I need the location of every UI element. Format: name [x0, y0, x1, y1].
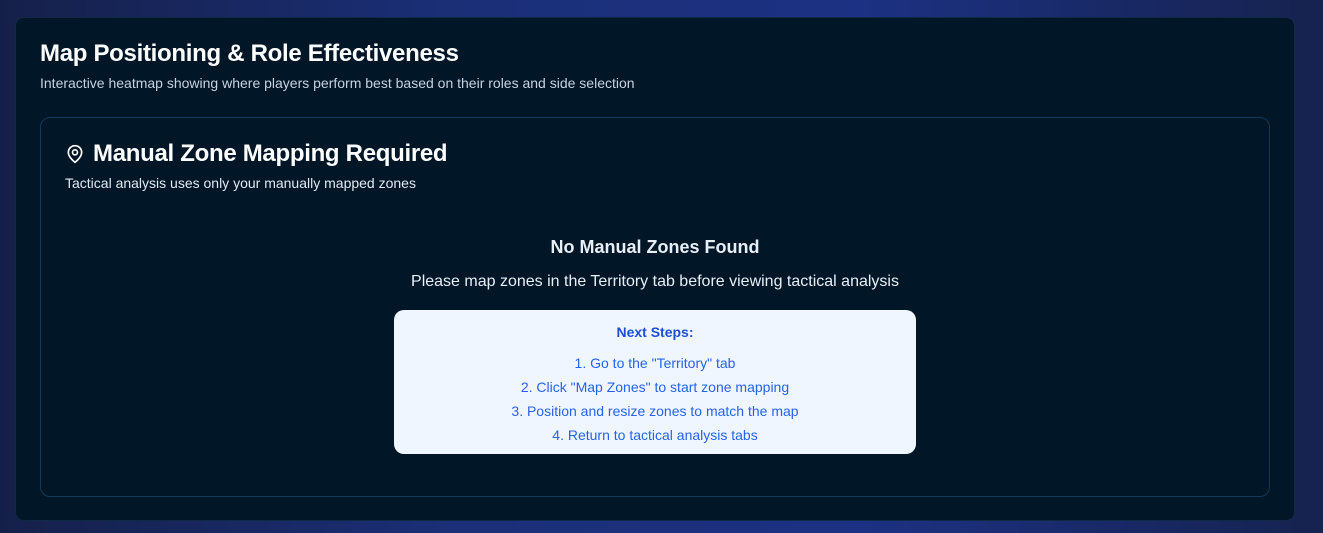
next-steps-list: 1. Go to the "Territory" tab 2. Click "M…: [394, 351, 916, 447]
next-steps-box: Next Steps: 1. Go to the "Territory" tab…: [394, 310, 916, 454]
next-step-item: 3. Position and resize zones to match th…: [511, 403, 799, 419]
map-positioning-panel: Map Positioning & Role Effectiveness Int…: [15, 17, 1295, 521]
next-step-item: 4. Return to tactical analysis tabs: [552, 427, 758, 443]
panel-title: Map Positioning & Role Effectiveness: [40, 40, 459, 67]
next-step-item: 1. Go to the "Territory" tab: [574, 355, 736, 371]
card-header: Manual Zone Mapping Required: [65, 140, 448, 168]
card-subtitle: Tactical analysis uses only your manuall…: [65, 175, 416, 191]
map-pin-icon: [65, 144, 85, 164]
empty-state-message: Please map zones in the Territory tab be…: [411, 273, 899, 290]
next-steps-title: Next Steps:: [616, 324, 694, 340]
panel-subtitle: Interactive heatmap showing where player…: [40, 75, 635, 91]
card-title: Manual Zone Mapping Required: [93, 140, 448, 167]
empty-state-heading: No Manual Zones Found: [550, 237, 760, 257]
next-step-item: 2. Click "Map Zones" to start zone mappi…: [520, 379, 790, 395]
zone-mapping-card: Manual Zone Mapping Required Tactical an…: [40, 117, 1270, 497]
